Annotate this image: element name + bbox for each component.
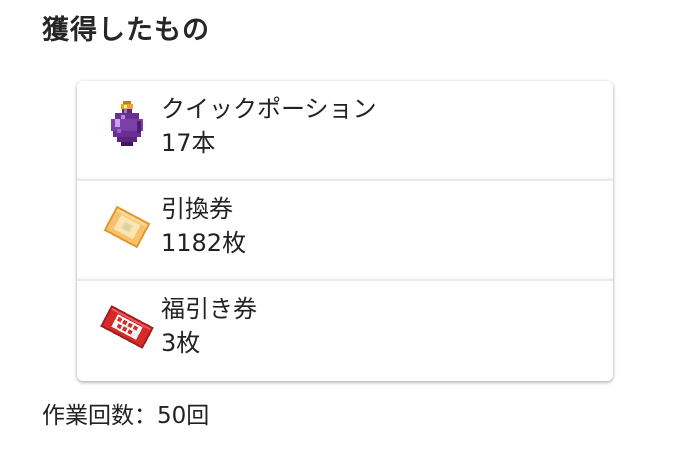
- work-count-label: 作業回数：50回: [42, 403, 210, 429]
- item-count: 3枚: [161, 329, 201, 357]
- page-title: 獲得したもの: [42, 15, 210, 46]
- item-name: 福引き券: [161, 295, 257, 323]
- exchange-ticket-icon: [103, 205, 151, 249]
- purple-potion-icon: [111, 101, 143, 146]
- list-item-exchange-ticket[interactable]: 引換券 1182枚: [77, 181, 613, 281]
- lottery-ticket-icon: [100, 305, 154, 349]
- list-item-lottery-ticket[interactable]: 福引き券 3枚: [77, 281, 613, 381]
- acquired-items-list: クイックポーション 17本 引換券 1182枚 福引き券 3枚: [77, 81, 613, 381]
- item-name: 引換券: [161, 195, 233, 223]
- list-item-quick-potion[interactable]: クイックポーション 17本: [77, 81, 613, 181]
- item-count: 17本: [161, 129, 216, 157]
- item-name: クイックポーション: [161, 95, 377, 123]
- item-count: 1182枚: [161, 229, 247, 257]
